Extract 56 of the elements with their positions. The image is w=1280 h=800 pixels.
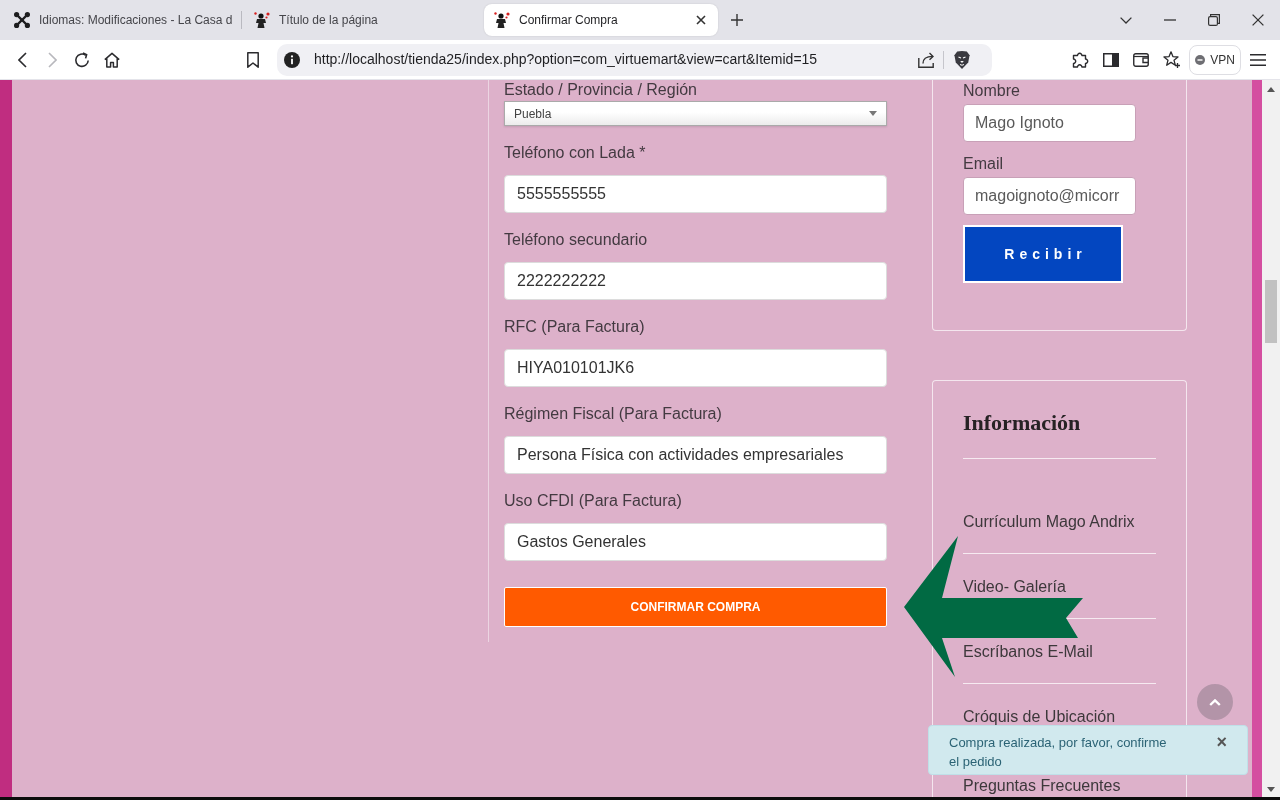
field-label: Email xyxy=(963,154,1004,174)
alert-text: Compra realizada, por favor, confirme el pedido xyxy=(949,734,1168,771)
browser-tab[interactable]: Título de la página xyxy=(244,4,478,36)
subscribe-button[interactable]: Recibir xyxy=(963,225,1123,283)
address-bar[interactable]: http://localhost/tienda25/index.php?option=com_virtuemart&view=cart&Itemid=15 xyxy=(277,43,992,76)
scrollbar-thumb[interactable] xyxy=(1265,280,1277,343)
wallet-icon[interactable] xyxy=(1133,52,1149,67)
logo-icon xyxy=(14,12,30,28)
chevron-up-icon xyxy=(1209,698,1221,706)
menu-link[interactable]: Escríbanos E-Mail xyxy=(963,643,1093,660)
menu-link[interactable]: Video- Galería xyxy=(963,578,1066,595)
vpn-button[interactable]: VPN xyxy=(1189,44,1241,75)
scroll-down-icon[interactable] xyxy=(1267,787,1275,792)
shield-icon[interactable] xyxy=(954,50,970,69)
menu-icon[interactable] xyxy=(1250,53,1266,66)
plus-icon[interactable] xyxy=(731,14,743,26)
dropdown-field[interactable]: Puebla xyxy=(504,101,887,126)
menu-link[interactable]: Preguntas Frecuentes xyxy=(963,777,1121,794)
section-title: Información xyxy=(963,410,1081,436)
restore-icon[interactable] xyxy=(1208,14,1220,26)
field-label: Uso CFDI (Para Factura) xyxy=(504,491,683,511)
text-field[interactable]: 5555555555 xyxy=(504,175,887,213)
text-field[interactable]: HIYA010101JK6 xyxy=(504,349,887,387)
text-field[interactable]: 2222222222 xyxy=(504,262,887,300)
sparkle-star-icon[interactable] xyxy=(1163,50,1181,69)
reload-icon[interactable] xyxy=(74,51,90,68)
info-icon[interactable] xyxy=(284,51,300,68)
close-icon[interactable] xyxy=(1252,14,1264,26)
field-label: Régimen Fiscal (Para Factura) xyxy=(504,404,723,424)
field-label: Teléfono secundario xyxy=(504,230,649,250)
close-icon[interactable] xyxy=(696,15,706,25)
share-icon[interactable] xyxy=(918,51,934,68)
home-icon[interactable] xyxy=(104,51,120,68)
menu-link[interactable]: Cróquis de Ubicación xyxy=(963,708,1116,725)
figure-icon xyxy=(494,12,510,28)
browser-tab[interactable]: Confirmar Compra xyxy=(484,4,718,36)
text-field[interactable]: magoignoto@micorr xyxy=(963,177,1136,215)
scrollbar[interactable] xyxy=(1262,80,1280,797)
bookmark-icon[interactable] xyxy=(247,51,259,68)
menu-link[interactable]: Currículum Mago Andrix xyxy=(963,513,1135,530)
field-label: Teléfono con Lada * xyxy=(504,143,647,163)
field-label: Estado / Provincia / Región xyxy=(504,80,698,100)
puzzle-piece-icon[interactable] xyxy=(1072,50,1090,69)
text-field[interactable]: Mago Ignoto xyxy=(963,104,1136,142)
text-field[interactable]: Persona Física con actividades empresariales xyxy=(504,436,887,474)
figure-icon xyxy=(254,12,270,28)
side-panel-icon[interactable] xyxy=(1103,52,1119,67)
browser-tab[interactable]: Idiomas: Modificaciones - La Casa d xyxy=(4,4,238,36)
chevron-down-icon[interactable] xyxy=(1120,16,1132,24)
field-label: RFC (Para Factura) xyxy=(504,317,646,337)
caret-icon xyxy=(869,111,877,116)
back-icon[interactable] xyxy=(17,51,27,68)
text-field[interactable]: Gastos Generales xyxy=(504,523,887,561)
close-button[interactable]: × xyxy=(1214,733,1229,752)
scroll-up-icon[interactable] xyxy=(1267,87,1275,92)
field-label: Nombre xyxy=(963,81,1021,101)
